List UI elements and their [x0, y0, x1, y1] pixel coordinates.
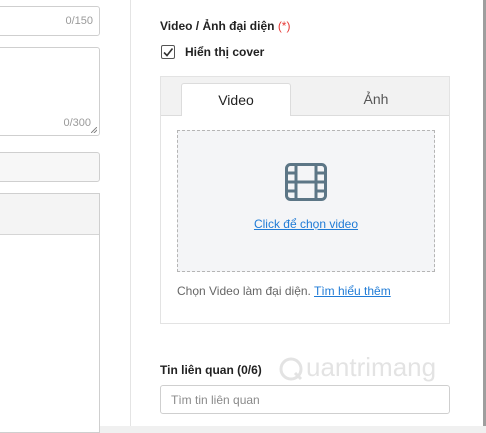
show-cover-checkbox[interactable] — [161, 45, 175, 59]
watermark: uantrimang — [278, 352, 436, 383]
media-section-label: Video / Ảnh đại diện (*) — [160, 19, 290, 33]
show-cover-label: Hiển thị cover — [185, 45, 265, 59]
media-picker-card: Video Ảnh Click để chọn video Chọn Video… — [160, 76, 450, 324]
blank-input-field[interactable] — [0, 152, 100, 182]
choose-video-link[interactable]: Click để chọn video — [178, 217, 434, 231]
media-tab-bar: Video Ảnh — [161, 77, 449, 116]
tab-video[interactable]: Video — [181, 83, 291, 116]
help-text: Chọn Video làm đại diện. — [177, 284, 314, 298]
checkmark-icon — [163, 48, 174, 57]
related-news-search-input[interactable] — [160, 385, 450, 414]
description-textarea[interactable]: 0/300 — [0, 47, 100, 136]
content-editor[interactable] — [0, 193, 100, 433]
title-input[interactable]: 0/150 — [0, 6, 100, 36]
media-label-text: Video / Ảnh đại diện — [160, 19, 275, 33]
title-char-counter: 0/150 — [65, 15, 93, 27]
left-form-panel: 0/150 0/300 — [0, 0, 130, 433]
learn-more-link[interactable]: Tìm hiểu thêm — [314, 284, 391, 298]
required-mark: (*) — [277, 19, 291, 33]
watermark-text: uantrimang — [306, 352, 437, 382]
resize-handle-icon[interactable] — [91, 127, 97, 133]
description-char-counter: 0/300 — [63, 117, 91, 129]
video-dropzone[interactable]: Click để chọn video — [177, 130, 435, 272]
quantrimang-logo-icon — [279, 357, 303, 381]
related-news-label: Tin liên quan (0/6) — [160, 363, 262, 377]
media-help-text: Chọn Video làm đại diện. Tìm hiểu thêm — [177, 284, 391, 298]
editor-toolbar — [0, 194, 99, 235]
film-icon — [285, 163, 327, 201]
tab-image[interactable]: Ảnh — [321, 83, 431, 115]
